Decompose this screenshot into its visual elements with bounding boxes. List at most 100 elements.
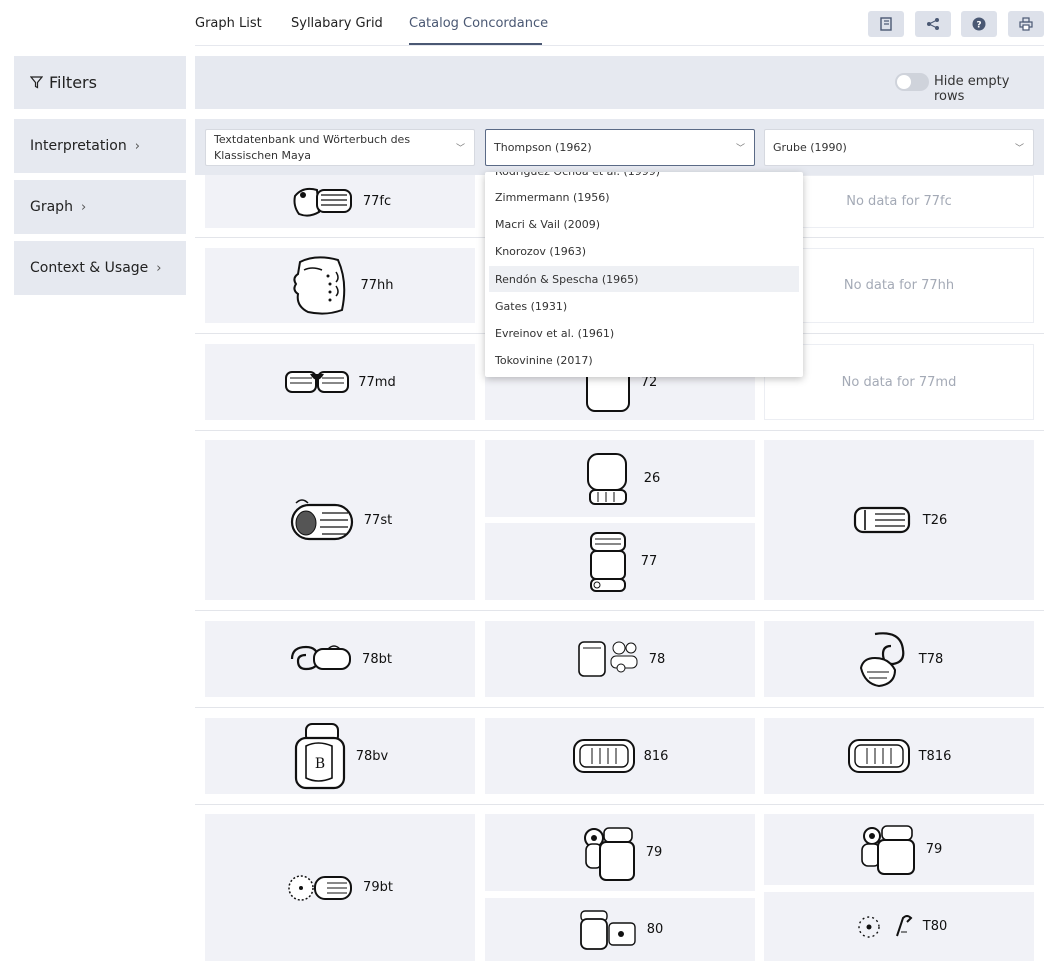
chevron-down-icon: ﹀	[455, 144, 465, 154]
thompson-cell-80[interactable]: 80	[485, 898, 755, 961]
grube-empty-cell: No data for 77md	[764, 344, 1034, 420]
catalog-button[interactable]	[868, 11, 904, 37]
no-data-text: No data for 77md	[841, 374, 957, 390]
select-value: Grube (1990)	[773, 140, 847, 154]
thompson-cell-77[interactable]: 77	[485, 523, 755, 600]
catalog-select-column-3[interactable]: Grube (1990) ﹀	[764, 129, 1034, 166]
chevron-right-icon: ›	[134, 138, 140, 154]
catalog-dropdown-menu: Rodríguez Ochoa et al. (1999) Zimmermann…	[485, 172, 803, 377]
sidebar-item-label: Interpretation	[30, 138, 127, 154]
hide-empty-rows-toggle[interactable]	[895, 73, 929, 91]
tab-syllabary-grid[interactable]: Syllabary Grid	[291, 16, 383, 31]
glyph-image	[285, 371, 350, 393]
tab-catalog-concordance[interactable]: Catalog Concordance	[409, 16, 548, 31]
view-tabs: Graph List Syllabary Grid Catalog Concor…	[195, 0, 1044, 46]
thompson-cell-79[interactable]: 79	[485, 814, 755, 891]
thompson-cell-816[interactable]: 816	[485, 718, 755, 794]
glyph-image	[290, 499, 353, 541]
glyph-image	[293, 187, 352, 217]
catalog-selectors: Textdatenbank und Wörterbuch des Klassis…	[195, 119, 1044, 175]
glyph-label: T26	[922, 512, 948, 528]
glyph-label: 79	[645, 845, 663, 860]
dropdown-option[interactable]: Tokovinine (2017)	[489, 347, 799, 373]
share-icon	[927, 18, 939, 30]
glyph-label: 78bv	[355, 748, 389, 764]
tab-graph-list[interactable]: Graph List	[195, 16, 262, 31]
sidebar-item-interpretation[interactable]: Interpretation ›	[14, 119, 186, 173]
dropdown-option[interactable]: Macri & Vail (2009)	[489, 211, 799, 237]
dropdown-option[interactable]: Zimmermann (1956)	[489, 184, 799, 210]
options-bar: Hide empty rows	[195, 56, 1044, 109]
dropdown-option[interactable]: Rodríguez Ochoa et al. (1999)	[489, 172, 799, 184]
active-tab-indicator	[409, 43, 542, 45]
dropdown-option[interactable]: Knorozov (1963)	[489, 238, 799, 264]
glyph-image	[860, 824, 915, 875]
glyph-image	[572, 739, 635, 773]
glyph-label: 26	[643, 471, 661, 486]
glyph-label: 78bt	[362, 651, 392, 667]
glyph-label: 77	[640, 554, 658, 569]
tdb-cell-79bt[interactable]: 79bt	[205, 814, 475, 961]
glyph-image	[583, 826, 635, 881]
no-data-text: No data for 77hh	[843, 278, 955, 293]
share-button[interactable]	[915, 11, 951, 37]
print-button[interactable]	[1008, 11, 1044, 37]
help-icon: ?	[972, 17, 986, 31]
dropdown-option-highlighted[interactable]: Rendón & Spescha (1965)	[489, 266, 799, 292]
glyph-label: 78	[648, 651, 666, 667]
glyph-label: 77fc	[362, 194, 392, 209]
glyph-image	[859, 632, 905, 688]
catalog-select-column-1[interactable]: Textdatenbank und Wörterbuch des Klassis…	[205, 129, 475, 166]
print-icon	[1019, 17, 1033, 31]
grube-cell-79[interactable]: 79	[764, 814, 1034, 885]
glyph-image	[847, 739, 910, 773]
grube-cell-T80[interactable]: T80	[764, 892, 1034, 961]
help-button[interactable]: ?	[961, 11, 997, 37]
hide-empty-rows-label: Hide empty rows	[934, 74, 1010, 104]
filters-header[interactable]: Filters	[14, 56, 186, 109]
glyph-label: 80	[646, 922, 664, 937]
glyph-image	[853, 506, 910, 534]
grube-cell-T78[interactable]: T78	[764, 621, 1034, 697]
thompson-cell-26[interactable]: 26	[485, 440, 755, 517]
chevron-right-icon: ›	[80, 199, 87, 215]
select-value: Thompson (1962)	[494, 140, 592, 154]
dropdown-option[interactable]: Evreinov et al. (1961)	[489, 320, 799, 346]
book-icon	[880, 17, 892, 31]
glyph-label: 79	[925, 842, 943, 857]
row-divider	[195, 430, 1044, 431]
chevron-right-icon: ›	[156, 260, 162, 276]
select-value: Textdatenbank und Wörterbuch des Klassis…	[214, 132, 411, 162]
row-divider	[195, 707, 1044, 708]
glyph-image	[293, 255, 346, 315]
glyph-image	[288, 874, 353, 901]
glyph-label: 77hh	[360, 278, 394, 293]
grube-empty-cell: No data for 77hh	[764, 248, 1034, 323]
glyph-label: T816	[918, 748, 952, 764]
tdb-cell-77md[interactable]: 77md	[205, 344, 475, 420]
dropdown-option[interactable]: Gates (1931)	[489, 293, 799, 319]
glyph-image	[579, 909, 636, 950]
tdb-cell-77st[interactable]: 77st	[205, 440, 475, 600]
glyph-label: 79bt	[363, 880, 393, 895]
sidebar-item-label: Context & Usage	[30, 260, 149, 276]
row-divider	[195, 804, 1044, 805]
grube-cell-T26[interactable]: T26	[764, 440, 1034, 600]
glyph-label: 77st	[363, 512, 393, 528]
thompson-cell-78[interactable]: 78	[485, 621, 755, 697]
catalog-select-column-2[interactable]: Thompson (1962) ﹀	[485, 129, 755, 166]
toggle-knob	[897, 75, 911, 89]
no-data-text: No data for 77fc	[846, 194, 952, 209]
tdb-cell-77fc[interactable]: 77fc	[205, 175, 475, 228]
sidebar-item-context-usage[interactable]: Context & Usage ›	[14, 241, 186, 295]
sidebar-item-label: Graph	[30, 199, 73, 215]
tdb-cell-78bt[interactable]: 78bt	[205, 621, 475, 697]
glyph-image: B	[294, 723, 345, 790]
glyph-image	[577, 641, 638, 677]
grube-cell-T816[interactable]: T816	[764, 718, 1034, 794]
svg-text:?: ?	[976, 21, 981, 31]
tdb-cell-78bv[interactable]: B 78bv	[205, 718, 475, 794]
tdb-cell-77hh[interactable]: 77hh	[205, 248, 475, 323]
filters-label: Filters	[49, 73, 97, 92]
sidebar-item-graph[interactable]: Graph ›	[14, 180, 186, 234]
